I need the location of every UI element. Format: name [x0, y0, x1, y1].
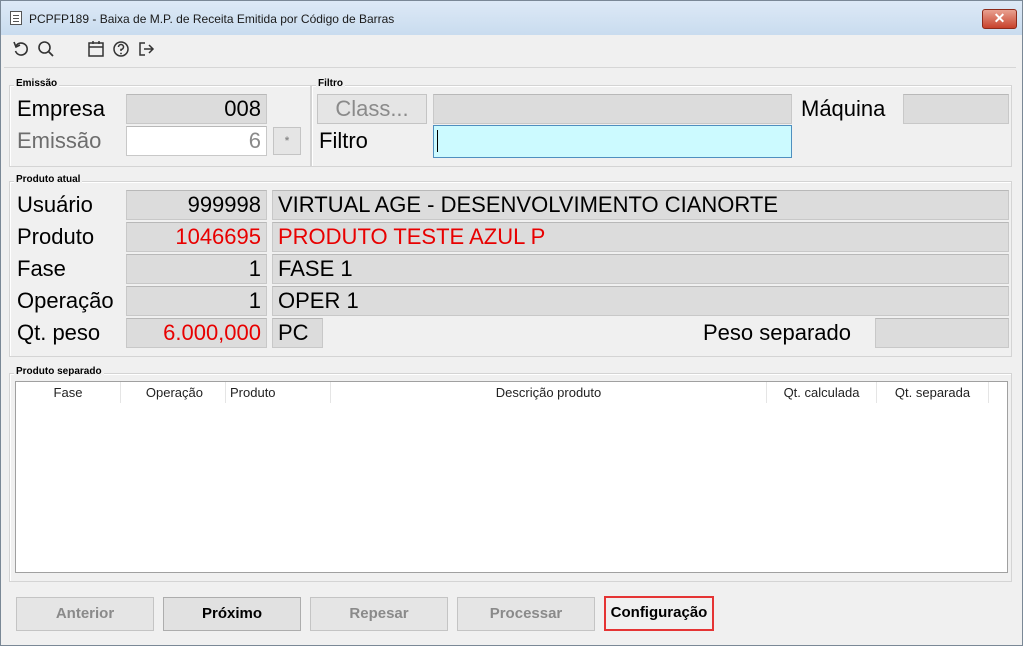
filtro-legend: Filtro	[316, 78, 345, 89]
empresa-field[interactable]: 008	[126, 94, 267, 124]
usuario-name-field: VIRTUAL AGE - DESENVOLVIMENTO CIANORTE	[272, 190, 1009, 220]
class-field[interactable]	[433, 94, 792, 124]
processar-button-label: Processar	[489, 605, 563, 622]
proximo-button[interactable]: Próximo	[163, 597, 301, 631]
produto-separado-table[interactable]: Fase Operação Produto Descrição produto …	[15, 381, 1008, 573]
column-header-operacao[interactable]: Operação	[121, 382, 226, 403]
column-header-fase[interactable]: Fase	[16, 382, 121, 403]
emissao-label: Emissão	[17, 128, 102, 153]
column-header-produto[interactable]: Produto	[226, 382, 331, 403]
proximo-button-label: Próximo	[201, 605, 262, 622]
repesar-button-label: Repesar	[349, 605, 409, 622]
processar-button[interactable]: Processar	[457, 597, 595, 631]
title-bar: PCPFP189 - Baixa de M.P. de Receita Emit…	[1, 1, 1022, 35]
column-header-qt-separada[interactable]: Qt. separada	[877, 382, 989, 403]
operacao-label: Operação	[17, 288, 114, 313]
emissao-legend: Emissão	[14, 78, 60, 89]
usuario-code-field: 999998	[126, 190, 267, 220]
produto-atual-legend: Produto atual	[14, 174, 83, 185]
maquina-field[interactable]	[903, 94, 1009, 124]
peso-separado-label: Peso separado	[703, 320, 851, 345]
empresa-label: Empresa	[17, 96, 106, 121]
fase-name-field: FASE 1	[272, 254, 1009, 284]
produto-code-field: 1046695	[126, 222, 267, 252]
toolbar	[1, 35, 1022, 63]
repesar-button[interactable]: Repesar	[310, 597, 448, 631]
produto-separado-legend: Produto separado	[14, 366, 104, 377]
calendar-icon[interactable]	[86, 39, 106, 59]
produto-label: Produto	[17, 224, 95, 249]
column-header-qt-calculada[interactable]: Qt. calculada	[767, 382, 877, 403]
qt-peso-label: Qt. peso	[17, 320, 101, 345]
help-icon[interactable]	[111, 39, 131, 59]
usuario-label: Usuário	[17, 192, 93, 217]
emissao-field[interactable]: 6	[126, 126, 267, 156]
exit-icon[interactable]	[136, 39, 156, 59]
operacao-code-field: 1	[126, 286, 267, 316]
emissao-spin-button[interactable]: *	[273, 127, 301, 155]
operacao-name-field: OPER 1	[272, 286, 1009, 316]
window-title: PCPFP189 - Baixa de M.P. de Receita Emit…	[29, 12, 395, 26]
qt-peso-field: 6.000,000	[126, 318, 267, 348]
close-button[interactable]: ✕	[982, 9, 1017, 29]
configuracao-button[interactable]: Configuração	[604, 596, 714, 631]
peso-separado-field	[875, 318, 1009, 348]
anterior-button[interactable]: Anterior	[16, 597, 154, 631]
filtro-input[interactable]	[433, 125, 792, 158]
refresh-icon[interactable]	[11, 39, 31, 59]
column-header-descricao[interactable]: Descrição produto	[331, 382, 767, 403]
anterior-button-label: Anterior	[55, 605, 115, 622]
search-icon[interactable]	[36, 39, 56, 59]
maquina-label: Máquina	[801, 96, 886, 121]
fase-label: Fase	[17, 256, 66, 281]
toolbar-separator	[4, 67, 1016, 68]
filtro-label: Filtro	[319, 128, 368, 153]
main-window: PCPFP189 - Baixa de M.P. de Receita Emit…	[0, 0, 1023, 646]
class-button[interactable]: Class...	[317, 94, 427, 124]
unit-field: PC	[272, 318, 323, 348]
text-cursor	[437, 130, 438, 152]
document-icon	[10, 11, 22, 25]
configuracao-button-label: Configuração	[610, 604, 708, 621]
produto-name-field: PRODUTO TESTE AZUL P	[272, 222, 1009, 252]
fase-code-field: 1	[126, 254, 267, 284]
class-button-label: Class...	[335, 96, 409, 121]
